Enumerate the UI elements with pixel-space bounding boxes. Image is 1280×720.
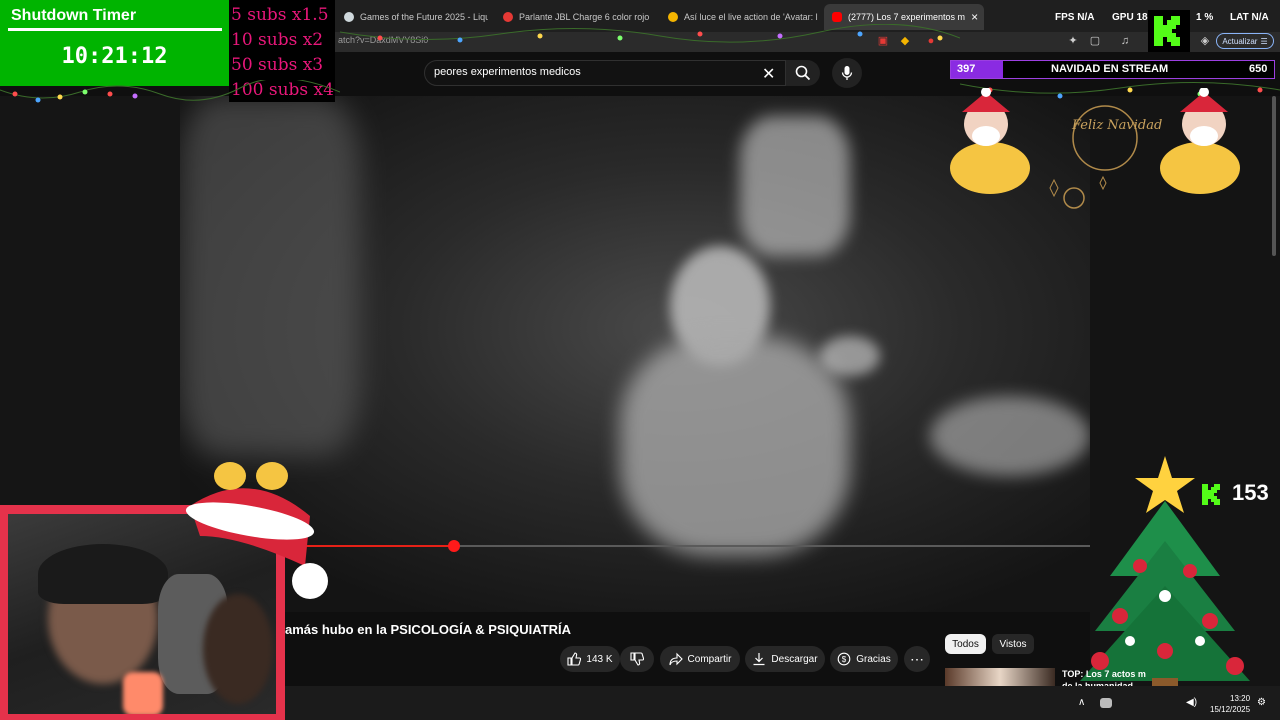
christmas-decoration	[950, 88, 1240, 209]
gpu-stat: GPU 18	[1112, 12, 1148, 23]
like-count: 143 K	[586, 653, 613, 665]
download-icon	[753, 653, 765, 666]
dislike-button[interactable]	[620, 646, 654, 672]
timer-divider	[8, 28, 222, 31]
thanks-button[interactable]: $ Gracias	[830, 646, 898, 672]
like-button[interactable]: 143 K	[560, 646, 620, 672]
fps-value: N/A	[1077, 12, 1095, 23]
navidad-count-left: 397	[957, 63, 976, 75]
filter-chip-todos[interactable]: Todos	[945, 634, 986, 654]
thanks-icon: $	[837, 652, 851, 666]
object	[820, 336, 880, 376]
voice-search-button[interactable]	[832, 58, 862, 88]
search-button[interactable]	[786, 60, 820, 86]
svg-text:$: $	[842, 655, 847, 664]
santa-hat-ducks	[185, 462, 328, 599]
extensions-puzzle-icon[interactable]: ✦	[1066, 34, 1080, 48]
recommended-title[interactable]: TOP: Los 7 actos m	[1062, 669, 1146, 679]
thumbs-up-icon	[567, 652, 582, 666]
update-label: Actualizar	[1222, 36, 1258, 46]
tab-label: Así luce el live action de 'Avatar: la l…	[684, 12, 818, 22]
search-icon	[795, 65, 811, 81]
navidad-count-right: 650	[1249, 63, 1268, 75]
thumbs-down-icon	[630, 652, 644, 666]
tray-chevron-icon[interactable]: ∧	[1078, 697, 1085, 708]
thanks-label: Gracias	[856, 653, 891, 665]
tab-close-icon[interactable]: ×	[971, 10, 978, 24]
subs-rule: 50 subs x3	[231, 55, 324, 75]
lat-value: N/A	[1251, 12, 1269, 23]
baby-body	[620, 336, 850, 556]
menu-icon: ☰	[1260, 36, 1268, 46]
progress-scrubber[interactable]	[448, 540, 461, 552]
update-button[interactable]: Actualizar ☰	[1216, 33, 1274, 49]
christmas-tree	[1080, 456, 1250, 696]
gpu-value: 18	[1136, 12, 1148, 23]
cloud-icon[interactable]	[1100, 698, 1112, 708]
second-person	[203, 594, 273, 704]
volume-icon[interactable]: ◀)	[1186, 697, 1197, 708]
search-input-value[interactable]: peores experimentos medicos	[434, 66, 581, 78]
tab-favicon	[668, 12, 678, 22]
filter-chip-vistos[interactable]: Vistos	[992, 634, 1034, 654]
lat-label: LAT	[1230, 12, 1249, 23]
tab-favicon	[344, 12, 354, 22]
shield-icon[interactable]: ◈	[1198, 34, 1212, 48]
timer-title: Shutdown Timer	[11, 7, 137, 24]
streamer-hair	[38, 544, 168, 604]
navidad-title: NAVIDAD EN STREAM	[1051, 63, 1169, 75]
fps-label: FPS	[1055, 12, 1075, 23]
notifications-icon[interactable]: ⚙	[1257, 697, 1266, 708]
more-actions-button[interactable]: ⋯	[904, 646, 930, 672]
download-button[interactable]: Descargar	[745, 646, 825, 672]
video-title: amás hubo en la PSICOLOGÍA & PSIQUIATRÍA	[285, 622, 572, 637]
share-label: Compartir	[687, 653, 732, 665]
subs-rule: 5 subs x1.5	[231, 5, 329, 25]
navidad-stream-bar: 397 NAVIDAD EN STREAM 650	[950, 60, 1275, 79]
background-figure	[180, 96, 360, 456]
tab-label: Games of the Future 2025 - Liquiped	[360, 12, 488, 22]
cloth	[930, 396, 1090, 476]
christmas-lights-top	[340, 24, 960, 43]
gpu-label: GPU	[1112, 12, 1134, 23]
recommended-thumbnail[interactable]	[945, 668, 1055, 686]
scrollbar[interactable]	[1271, 96, 1277, 686]
windows-taskbar	[285, 686, 1280, 720]
timer-value: 10:21:12	[61, 44, 168, 69]
clear-search-icon[interactable]: ✕	[762, 64, 775, 84]
adult-figure	[740, 116, 850, 256]
left-background	[0, 96, 180, 506]
media-icon[interactable]: ♫	[1118, 34, 1132, 48]
tab-label: Parlante JBL Charge 6 color rojo | Cu	[519, 12, 650, 22]
microphone-icon	[841, 66, 853, 80]
kick-logo	[1148, 10, 1190, 52]
percent-stat: 1 %	[1196, 12, 1214, 23]
download-label: Descargar	[771, 653, 818, 665]
lat-stat: LAT N/A	[1230, 12, 1269, 23]
subs-rule: 10 subs x2	[231, 30, 324, 50]
tab-label: (2777) Los 7 experimentos m	[848, 12, 966, 22]
share-icon	[668, 652, 683, 666]
feliz-navidad-text: Feliz Navidad	[1072, 118, 1163, 133]
cup	[123, 672, 163, 714]
clock-date[interactable]: 15/12/2025	[1210, 705, 1250, 714]
screenshot-icon[interactable]: ▢	[1088, 34, 1102, 48]
clock-time[interactable]: 13:20	[1230, 694, 1250, 703]
christmas-lights-left	[0, 80, 340, 103]
youtube-favicon	[832, 12, 842, 22]
fps-stat: FPS N/A	[1055, 12, 1094, 23]
share-button[interactable]: Compartir	[660, 646, 740, 672]
tab-favicon	[503, 12, 513, 22]
